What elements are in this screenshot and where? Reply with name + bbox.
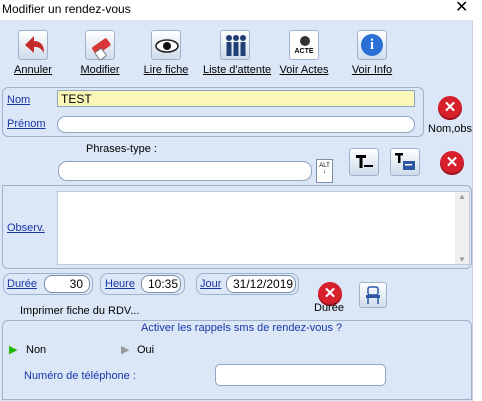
close-icon[interactable]: ✕ [455,0,468,17]
alt-arrow-button[interactable]: ALT ↓ [316,159,333,183]
actes-icon-text: ACTE [294,48,314,55]
heure-label: Heure [105,278,135,290]
voir-actes-label: Voir Actes [279,64,329,76]
annuler-button[interactable]: Annuler [1,28,65,84]
sms-question: Activer les rappels sms de rendez-vous ? [141,322,343,334]
jour-label: Jour [200,278,222,290]
window-title: Modifier un rendez-vous [2,2,131,16]
scrollbar[interactable]: ▲ ▼ [455,192,469,264]
print-rdv-link[interactable]: Imprimer fiche du RDV... [20,305,139,317]
radio-off-icon[interactable]: ▶ [121,343,129,356]
heure-field[interactable]: 10:35 [141,275,181,293]
phrases-type-label: Phrases-type : [86,143,157,155]
manage-phrases-button[interactable] [390,148,420,176]
observ-label: Observ. [7,222,45,234]
nom-label: Nom [7,94,31,106]
insert-phrase-button[interactable] [349,148,379,176]
phone-label: Numéro de téléphone : [24,370,136,382]
prenom-field[interactable] [57,116,415,133]
text-insert-icon [356,155,373,168]
clear-nom-obs-icon[interactable]: ✕ [438,96,462,120]
lire-fiche-label: Lire fiche [143,64,189,76]
clear-nom-obs-label: Nom,obs [428,123,473,135]
duree-field[interactable]: 30 [44,275,90,293]
observation-textarea[interactable]: ▲ ▼ [57,191,470,265]
clear-duree-label: Durée [314,302,344,314]
actes-icon: ACTE [289,30,319,60]
modifier-button[interactable]: Modifier [68,28,132,84]
window-edge [472,20,482,401]
liste-attente-button[interactable]: Liste d'attente [203,28,272,84]
appointment-dialog: Annuler Modifier Lire fiche Liste d'atte… [0,20,472,401]
phrases-type-field[interactable] [58,161,312,181]
title-bar: Modifier un rendez-vous ✕ [0,0,482,20]
liste-attente-label: Liste d'attente [203,64,272,76]
jour-field[interactable]: 31/12/2019 [226,275,296,293]
prenom-label: Prénom [7,118,46,130]
modifier-label: Modifier [80,64,120,76]
voir-info-label: Voir Info [351,64,393,76]
chair-icon [366,286,380,304]
annuler-label: Annuler [14,64,52,76]
arrow-down-icon: ↓ [323,169,326,175]
phone-field[interactable] [215,364,386,386]
eye-icon [151,30,181,60]
people-icon [220,30,250,60]
eraser-icon [85,30,115,61]
nom-field[interactable]: TEST [57,90,415,107]
undo-arrow-icon [18,30,48,60]
non-label[interactable]: Non [26,344,46,356]
voir-actes-button[interactable]: ACTE Voir Actes [272,28,336,84]
delete-phrase-icon[interactable]: ✕ [440,151,464,175]
scroll-down-icon[interactable]: ▼ [455,255,469,264]
info-icon-text: i [361,34,383,56]
text-list-icon [395,153,415,170]
radio-on-icon[interactable]: ▶ [9,343,17,356]
chair-button[interactable] [359,282,387,308]
duree-label: Durée [7,278,37,290]
oui-label[interactable]: Oui [137,344,154,356]
scroll-up-icon[interactable]: ▲ [455,192,469,201]
lire-fiche-button[interactable]: Lire fiche [134,28,198,84]
voir-info-button[interactable]: i Voir Info [340,28,404,84]
info-icon: i [357,30,387,60]
